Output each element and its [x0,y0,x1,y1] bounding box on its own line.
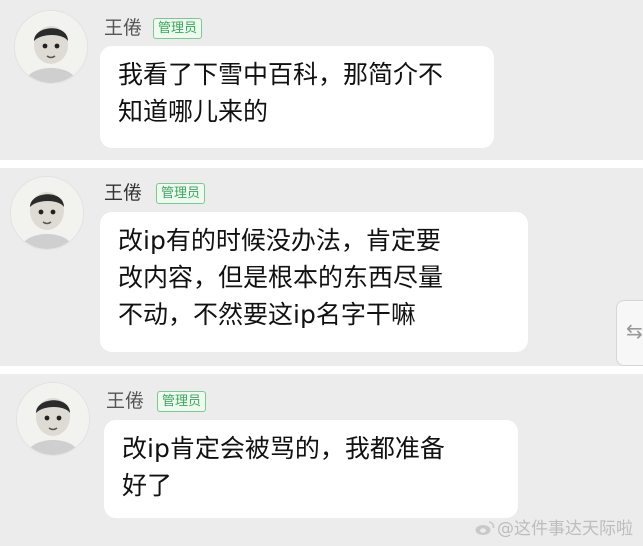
watermark: @这件事达天际啦 [475,518,633,540]
watermark-text: @这件事达天际啦 [497,519,633,539]
avatar[interactable] [16,382,90,456]
message-line: 好了 [122,471,173,500]
side-panel-handle[interactable]: ⇆ [616,300,643,366]
child-photo-icon [11,177,83,249]
row-divider [0,366,643,374]
child-photo-icon [15,11,87,83]
message-line: 我看了下雪中百科，那简介不 [118,60,444,89]
sender-name[interactable]: 王倦 [104,17,142,39]
message-bubble[interactable]: 我看了下雪中百科，那简介不 知道哪儿来的 [100,46,494,148]
avatar[interactable] [10,176,84,250]
row-divider [0,160,643,168]
admin-badge: 管理员 [156,183,206,204]
message-row: 王倦 管理员 我看了下雪中百科，那简介不 知道哪儿来的 [0,0,643,160]
weibo-logo-icon [475,521,495,535]
swap-arrows-icon: ⇆ [626,319,643,343]
message-bubble[interactable]: 改ip肯定会被骂的，我都准备 好了 [104,420,518,518]
message-line: 知道哪儿来的 [118,97,269,126]
admin-badge: 管理员 [153,18,203,39]
message-line: 改内容，但是根本的东西尽量 [118,263,444,292]
message-line: 改ip肯定会被骂的，我都准备 [122,434,445,463]
message-row: 王倦 管理员 改ip有的时候没办法，肯定要 改内容，但是根本的东西尽量 不动，不… [0,168,643,366]
message-line: 不动，不然要这ip名字干嘛 [118,300,416,329]
message-bubble[interactable]: 改ip有的时候没办法，肯定要 改内容，但是根本的东西尽量 不动，不然要这ip名字… [100,212,528,352]
child-photo-icon [17,383,89,455]
avatar[interactable] [14,10,88,84]
message-line: 改ip有的时候没办法，肯定要 [118,226,441,255]
admin-badge: 管理员 [157,391,207,412]
sender-name[interactable]: 王倦 [106,390,144,412]
sender-name[interactable]: 王倦 [104,182,142,204]
